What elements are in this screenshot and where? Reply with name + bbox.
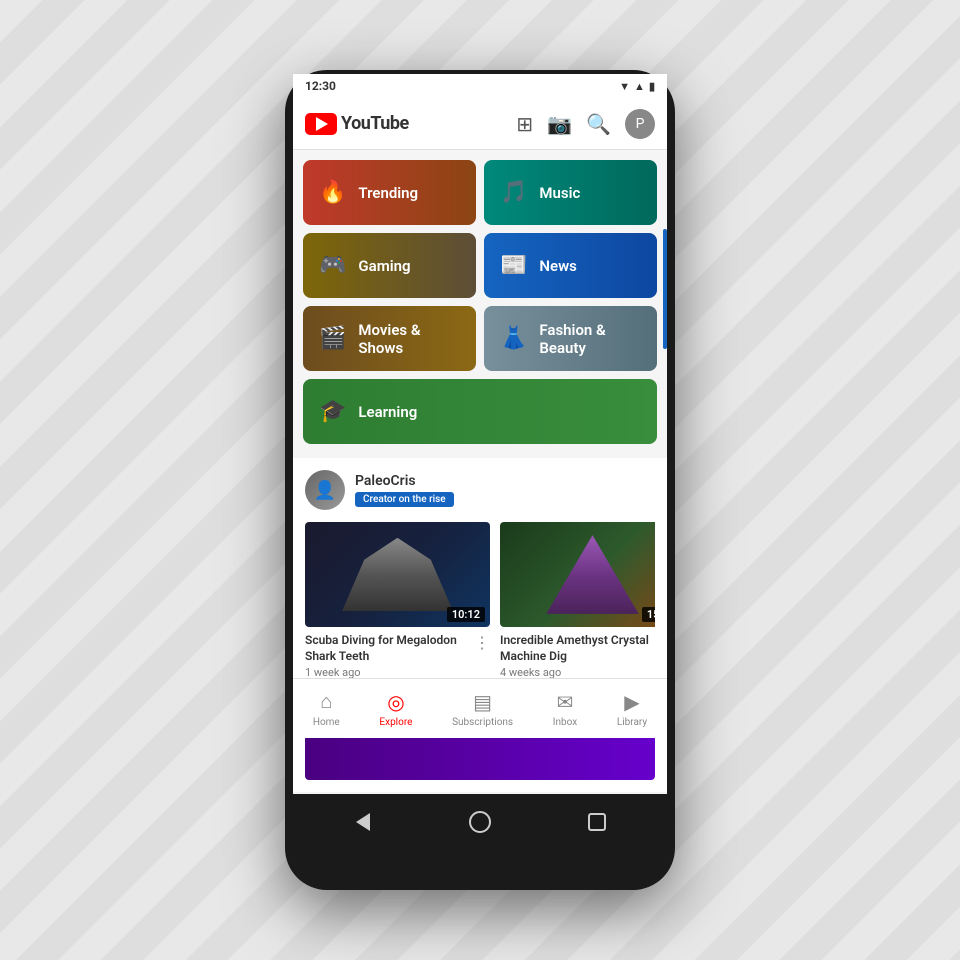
recents-button[interactable] bbox=[583, 808, 611, 836]
inbox-label: Inbox bbox=[553, 717, 577, 728]
play-triangle bbox=[316, 117, 328, 131]
explore-grid: 🔥 Trending 🎵 Music 🎮 Gaming 📰 News 🎬 Mov… bbox=[293, 150, 667, 454]
phone-screen: 12:30 ▼ ▲ ▮ YouTube ⊞ 📷 🔍 P bbox=[293, 74, 667, 794]
gaming-label: Gaming bbox=[358, 257, 410, 275]
youtube-logo-icon bbox=[305, 113, 337, 135]
camera-icon[interactable]: 📷 bbox=[547, 112, 572, 136]
trending-label: Trending bbox=[358, 184, 418, 202]
nav-library[interactable]: ▶ Library bbox=[605, 684, 659, 734]
search-icon[interactable]: 🔍 bbox=[586, 112, 611, 136]
video-title-2: Incredible Amethyst Crystal Machine Dig bbox=[500, 633, 655, 664]
shark-tooth-shape bbox=[342, 538, 453, 612]
creator-section: 👤 PaleoCris Creator on the rise 10:12 bbox=[293, 458, 667, 691]
user-avatar[interactable]: P bbox=[625, 109, 655, 139]
video-thumbnail-1: 10:12 bbox=[305, 522, 490, 627]
home-circle-icon bbox=[469, 811, 491, 833]
phone-frame: 12:30 ▼ ▲ ▮ YouTube ⊞ 📷 🔍 P bbox=[285, 70, 675, 890]
back-button[interactable] bbox=[349, 808, 377, 836]
home-icon: ⌂ bbox=[320, 689, 332, 714]
back-icon bbox=[356, 813, 370, 831]
creator-badge: Creator on the rise bbox=[355, 492, 454, 507]
news-icon: 📰 bbox=[500, 253, 527, 278]
music-label: Music bbox=[539, 184, 580, 202]
header-icons: ⊞ 📷 🔍 P bbox=[516, 109, 655, 139]
library-label: Library bbox=[617, 717, 647, 728]
status-bar: 12:30 ▼ ▲ ▮ bbox=[293, 74, 667, 98]
youtube-logo-text: YouTube bbox=[341, 113, 409, 134]
bottom-navigation: ⌂ Home ◎ Explore ▤ Subscriptions ✉ Inbox… bbox=[293, 678, 667, 738]
thumb2-visual bbox=[500, 522, 655, 627]
video-text-1: Scuba Diving for Megalodon Shark Teeth 1… bbox=[305, 633, 468, 679]
creator-info: PaleoCris Creator on the rise bbox=[355, 473, 454, 507]
scroll-indicator bbox=[663, 229, 667, 349]
learning-icon: 🎓 bbox=[319, 399, 346, 424]
explore-label: Explore bbox=[379, 717, 412, 728]
recents-square-icon bbox=[588, 813, 606, 831]
app-header: YouTube ⊞ 📷 🔍 P bbox=[293, 98, 667, 150]
category-fashion[interactable]: 👗 Fashion & Beauty bbox=[484, 306, 657, 371]
video-row: 10:12 Scuba Diving for Megalodon Shark T… bbox=[305, 522, 655, 679]
video-card-2[interactable]: 15:03 Incredible Amethyst Crystal Machin… bbox=[500, 522, 655, 679]
nav-inbox[interactable]: ✉ Inbox bbox=[541, 684, 589, 734]
nav-home[interactable]: ⌂ Home bbox=[301, 683, 352, 734]
video-text-2: Incredible Amethyst Crystal Machine Dig … bbox=[500, 633, 655, 679]
learning-label: Learning bbox=[358, 403, 417, 421]
battery-icon: ▮ bbox=[649, 80, 655, 93]
status-time: 12:30 bbox=[305, 79, 336, 93]
signal-icon: ▲ bbox=[634, 80, 645, 93]
video-title-1: Scuba Diving for Megalodon Shark Teeth bbox=[305, 633, 468, 664]
creator-avatar: 👤 bbox=[305, 470, 345, 510]
youtube-logo: YouTube bbox=[305, 113, 508, 135]
video-duration-1: 10:12 bbox=[447, 607, 485, 622]
crystal-shape bbox=[546, 535, 639, 614]
video-thumbnail-2: 15:03 bbox=[500, 522, 655, 627]
subscriptions-icon: ▤ bbox=[473, 690, 492, 714]
nav-subscriptions[interactable]: ▤ Subscriptions bbox=[440, 684, 525, 734]
creator-header: 👤 PaleoCris Creator on the rise bbox=[305, 470, 655, 510]
status-icons: ▼ ▲ ▮ bbox=[619, 80, 655, 93]
category-trending[interactable]: 🔥 Trending bbox=[303, 160, 476, 225]
video-card-1[interactable]: 10:12 Scuba Diving for Megalodon Shark T… bbox=[305, 522, 490, 679]
creator-name: PaleoCris bbox=[355, 473, 454, 489]
home-label: Home bbox=[313, 717, 340, 728]
fashion-label: Fashion & Beauty bbox=[539, 321, 641, 357]
category-gaming[interactable]: 🎮 Gaming bbox=[303, 233, 476, 298]
fashion-icon: 👗 bbox=[500, 326, 527, 351]
trending-icon: 🔥 bbox=[319, 180, 346, 205]
category-music[interactable]: 🎵 Music bbox=[484, 160, 657, 225]
video-info-1: Scuba Diving for Megalodon Shark Teeth 1… bbox=[305, 627, 490, 679]
trending-preview-image bbox=[305, 735, 655, 780]
wifi-icon: ▼ bbox=[619, 80, 630, 93]
news-label: News bbox=[539, 257, 576, 275]
android-nav-bar bbox=[285, 794, 675, 850]
movies-icon: 🎬 bbox=[319, 326, 346, 351]
gaming-icon: 🎮 bbox=[319, 253, 346, 278]
subscriptions-label: Subscriptions bbox=[452, 717, 513, 728]
music-icon: 🎵 bbox=[500, 180, 527, 205]
category-movies[interactable]: 🎬 Movies & Shows bbox=[303, 306, 476, 371]
video-duration-2: 15:03 bbox=[642, 607, 655, 622]
library-icon: ▶ bbox=[624, 690, 639, 714]
home-button[interactable] bbox=[466, 808, 494, 836]
video-options-1[interactable]: ⋮ bbox=[474, 633, 490, 652]
cast-icon[interactable]: ⊞ bbox=[516, 112, 533, 136]
nav-explore[interactable]: ◎ Explore bbox=[367, 684, 424, 734]
category-news[interactable]: 📰 News bbox=[484, 233, 657, 298]
category-learning[interactable]: 🎓 Learning bbox=[303, 379, 657, 444]
movies-label: Movies & Shows bbox=[358, 321, 460, 357]
inbox-icon: ✉ bbox=[557, 690, 574, 714]
explore-icon: ◎ bbox=[387, 690, 404, 714]
video-info-2: Incredible Amethyst Crystal Machine Dig … bbox=[500, 627, 655, 679]
